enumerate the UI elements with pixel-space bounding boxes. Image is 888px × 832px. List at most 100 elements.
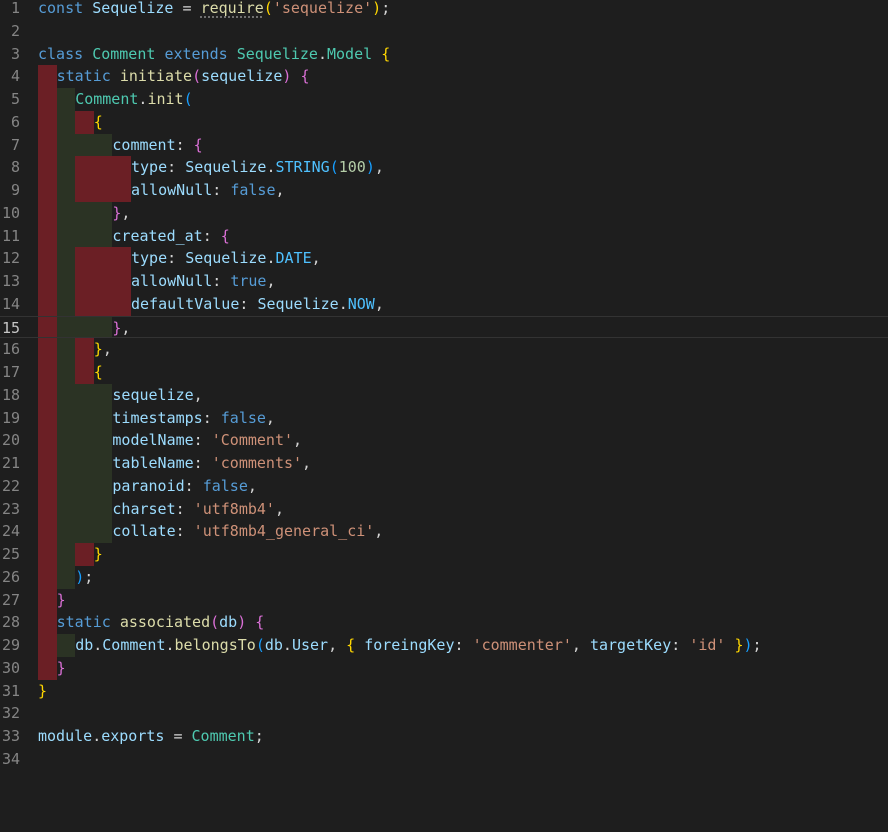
code-line[interactable]: 8 type: Sequelize.STRING(100), [0,156,888,179]
code-token: require [200,0,264,17]
code-line[interactable]: 21 tableName: 'comments', [0,452,888,475]
indent-guide [75,224,94,248]
indent-guide [112,270,131,293]
indent-guide [75,316,94,338]
indent-guide [38,179,57,202]
code-token: DATE [275,249,312,268]
code-token: = [164,727,192,745]
code-token: { [255,613,265,632]
indent-guide [38,406,57,430]
line-number: 27 [1,590,20,609]
code-token: allowNull [131,181,213,199]
code-line[interactable]: 17 { [0,361,888,384]
code-line[interactable]: 24 collate: 'utf8mb4_general_ci', [0,520,888,543]
indent-guide [75,406,94,430]
code-token: initiate [119,67,193,86]
code-token: init [147,90,184,108]
indent-guide [38,383,57,407]
code-token: Sequelize [236,44,318,63]
code-text: type: Sequelize.STRING(100), [131,156,384,179]
code-token: db [264,636,283,654]
indent-guide [112,179,131,202]
code-token: , [193,385,203,404]
code-line[interactable]: 7 comment: { [0,133,888,157]
code-line[interactable]: 14 defaultValue: Sequelize.NOW, [0,292,888,316]
indent-guide [93,406,113,430]
code-token: paranoid [112,476,185,495]
code-line[interactable]: 19 timestamps: false, [0,406,888,430]
line-number: 14 [1,294,20,313]
code-token: type [131,158,168,177]
indent-guide [93,452,113,475]
indent-guide [38,292,57,316]
code-token: comment [112,135,176,154]
indent-guide [75,270,94,293]
code-line[interactable]: 29 db.Comment.belongsTo(db.User, { forein… [0,634,888,657]
code-line[interactable]: 12 type: Sequelize.DATE, [0,247,888,270]
code-token: , [265,408,275,427]
code-line[interactable]: 20 modelName: 'Comment', [0,429,888,452]
line-number: 1 [10,0,20,17]
indent-guide [56,110,76,134]
code-line[interactable]: 15}, [0,315,888,339]
code-line[interactable]: 22 paranoid: false, [0,474,888,498]
code-token: Comment [191,727,255,745]
code-line[interactable]: 5 Comment.init( [0,88,888,111]
indent-guide [93,224,113,248]
code-token: ( [263,0,273,17]
code-text: paranoid: false, [112,475,257,498]
code-line[interactable]: 32 [0,702,888,725]
code-token: sequelize [201,67,283,86]
code-line[interactable]: 23 charset: 'utf8mb4', [0,497,888,521]
code-line[interactable]: 4 static initiate(sequelize) { [0,65,888,88]
code-token: } [93,340,103,359]
indent-guide [75,543,94,566]
code-token: 100 [338,158,366,177]
line-number: 26 [1,567,20,586]
code-line[interactable]: 27} [0,588,888,612]
code-token: : [202,226,221,245]
code-line[interactable]: 16}, [0,338,888,361]
code-line[interactable]: 33 module.exports = Comment; [0,725,888,748]
indent-guide [38,520,57,543]
code-token: ( [255,636,265,654]
code-line[interactable]: 31} [0,680,888,703]
code-line[interactable]: 34 [0,748,888,771]
code-line[interactable]: 9 allowNull: false, [0,179,888,202]
code-line[interactable]: 1 const Sequelize = require('sequelize'); [0,0,888,20]
code-token: , [121,203,131,222]
code-text: created_at: { [112,225,229,248]
code-token: User [291,636,329,654]
code-line[interactable]: 30} [0,656,888,680]
code-line[interactable]: 13 allowNull: true, [0,270,888,293]
code-line[interactable]: 25} [0,543,888,566]
code-token: defaultValue [131,294,240,313]
code-line[interactable]: 18 sequelize, [0,383,888,407]
code-line[interactable]: 26); [0,565,888,589]
code-token: Sequelize [257,294,339,313]
indent-guide [38,65,57,88]
indent-guide [75,452,94,475]
code-line[interactable]: 2 [0,20,888,43]
code-editor[interactable]: 1 const Sequelize = require('sequelize');… [0,0,888,832]
code-token: : [167,249,186,268]
code-text: collate: 'utf8mb4_general_ci', [112,520,383,543]
code-line[interactable]: 3 class Comment extends Sequelize.Model { [0,43,888,66]
code-line[interactable]: 28 static associated(db) { [0,611,888,634]
code-line[interactable]: 10}, [0,201,888,225]
code-token: : [184,476,203,495]
code-token: , [374,294,384,313]
indent-guide [75,247,94,270]
code-token: , [302,454,312,472]
code-token: 'id' [689,636,726,654]
code-token: . [93,636,103,654]
indent-guide [75,133,94,157]
code-token: , [121,318,131,337]
code-token: ; [381,0,391,17]
code-line[interactable]: 6{ [0,110,888,134]
indent-guide [38,338,57,361]
indent-guide [56,316,76,338]
code-token: Comment [92,44,156,63]
code-line[interactable]: 11 created_at: { [0,224,888,248]
